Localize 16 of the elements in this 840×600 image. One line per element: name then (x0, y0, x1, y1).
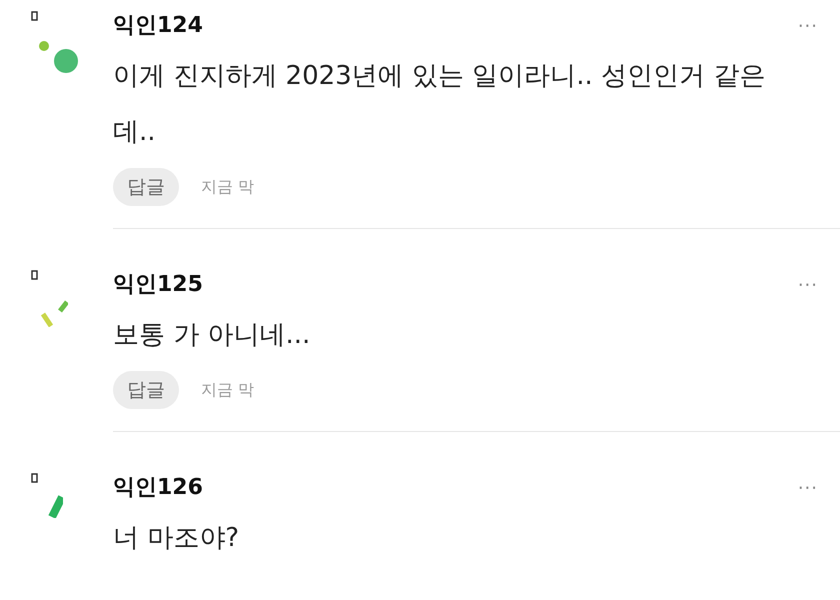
avatar-icon (31, 11, 79, 74)
avatar-icon (31, 270, 68, 327)
more-icon[interactable]: ··· (798, 274, 818, 296)
author-name: 익인126 (113, 474, 203, 502)
avatar-icon (31, 473, 63, 518)
comment-text: 이게 진지하게 2023년에 있는 일이라니.. 성인인거 같은데.. (113, 60, 766, 149)
more-icon[interactable]: ··· (798, 478, 818, 498)
timestamp: 지금 막 (201, 176, 254, 198)
reply-button[interactable]: 답글 (113, 371, 179, 409)
author-name: 익인125 (113, 271, 203, 299)
author-name: 익인124 (113, 12, 203, 40)
comment-text: 보통 가 아니네... (113, 319, 312, 352)
reply-button[interactable]: 답글 (113, 168, 179, 206)
comment-text: 너 마조야? (113, 522, 240, 555)
timestamp: 지금 막 (201, 380, 254, 400)
more-icon[interactable]: ··· (798, 16, 818, 36)
